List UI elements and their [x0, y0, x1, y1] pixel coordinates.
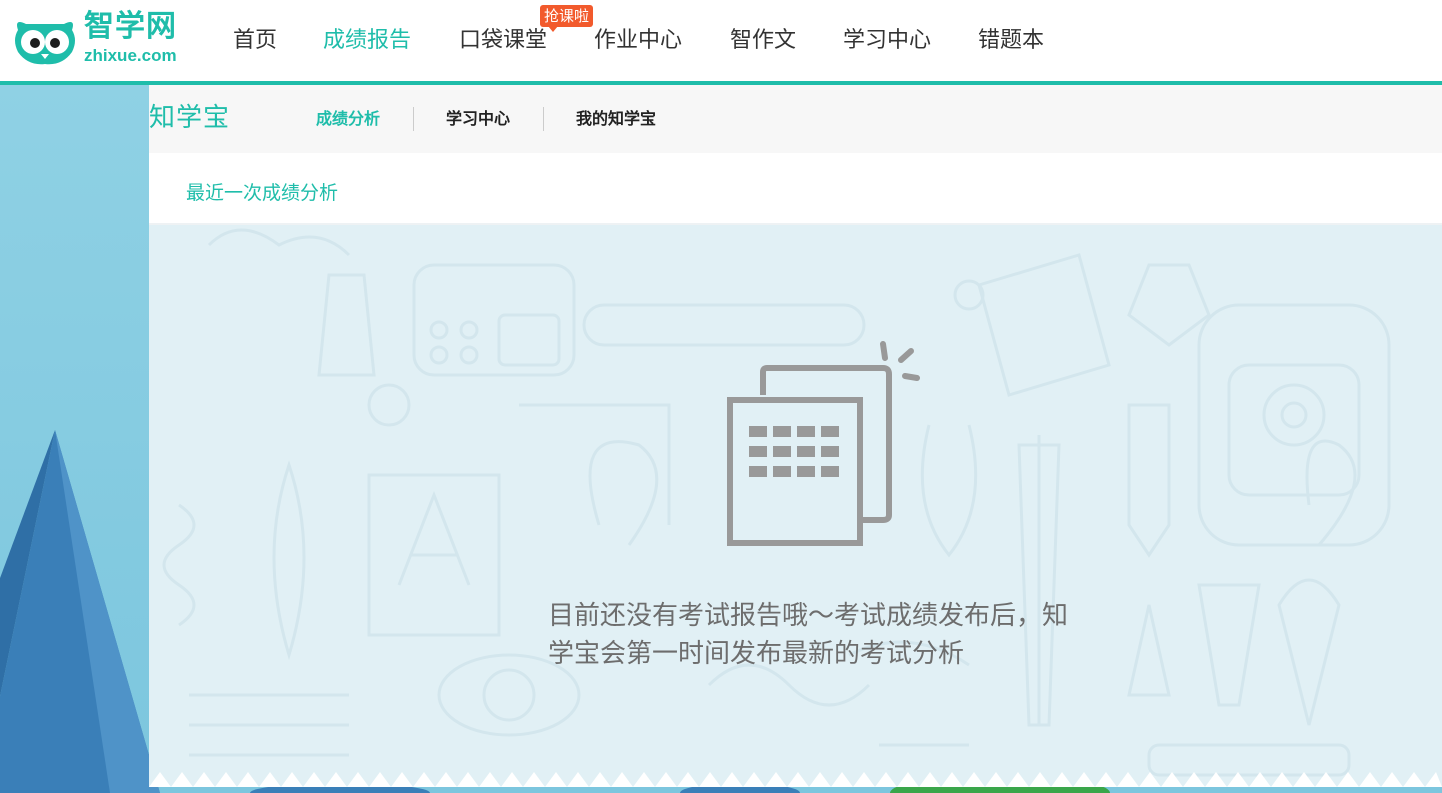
empty-state-message: 目前还没有考试报告哦～考试成绩发布后，知 学宝会第一时间发布最新的考试分析 [548, 597, 1098, 673]
nav-item-smart-essay[interactable]: 智作文 [730, 26, 796, 56]
promo-badge[interactable]: 抢课啦 [540, 5, 594, 32]
empty-state-line-2: 学宝会第一时间发布最新的考试分析 [548, 639, 965, 669]
logo-text-en: zhixue.com [84, 46, 177, 65]
subnav-divider [543, 107, 544, 131]
empty-report-panel: 目前还没有考试报告哦～考试成绩发布后，知 学宝会第一时间发布最新的考试分析 [149, 225, 1442, 787]
owl-logo-icon [15, 22, 75, 65]
empty-state-line-1: 目前还没有考试报告哦～考试成绩发布后，知 [548, 601, 1069, 631]
site-logo[interactable]: 智学网 zhixue.com [12, 10, 202, 70]
section-header: 最近一次成绩分析 [149, 153, 1442, 225]
nav-item-mistake-book[interactable]: 错题本 [978, 26, 1044, 56]
logo-text-cn: 智学网 [84, 9, 177, 44]
subnav-divider [413, 107, 414, 131]
nav-item-study-center[interactable]: 学习中心 [843, 26, 931, 56]
subnav-brand: 知学宝 [149, 103, 231, 133]
nav-item-pocket-class[interactable]: 口袋课堂 [459, 26, 547, 56]
nav-item-homework-center[interactable]: 作业中心 [594, 26, 682, 56]
nav-item-score-report[interactable]: 成绩报告 [323, 26, 411, 56]
report-calendar-icon [727, 341, 920, 546]
subnav-item-my-zhixuebao[interactable]: 我的知学宝 [576, 107, 656, 131]
top-navbar: 智学网 zhixue.com 首页 成绩报告 口袋课堂 作业中心 智作文 学习中… [0, 0, 1442, 85]
section-title: 最近一次成绩分析 [186, 182, 339, 204]
sub-navbar: 知学宝 成绩分析 学习中心 我的知学宝 [149, 85, 1442, 153]
nav-item-home[interactable]: 首页 [233, 26, 277, 56]
zigzag-border [149, 772, 1442, 787]
subnav-item-score-analysis[interactable]: 成绩分析 [316, 107, 380, 131]
subnav-item-study-center[interactable]: 学习中心 [446, 107, 510, 131]
